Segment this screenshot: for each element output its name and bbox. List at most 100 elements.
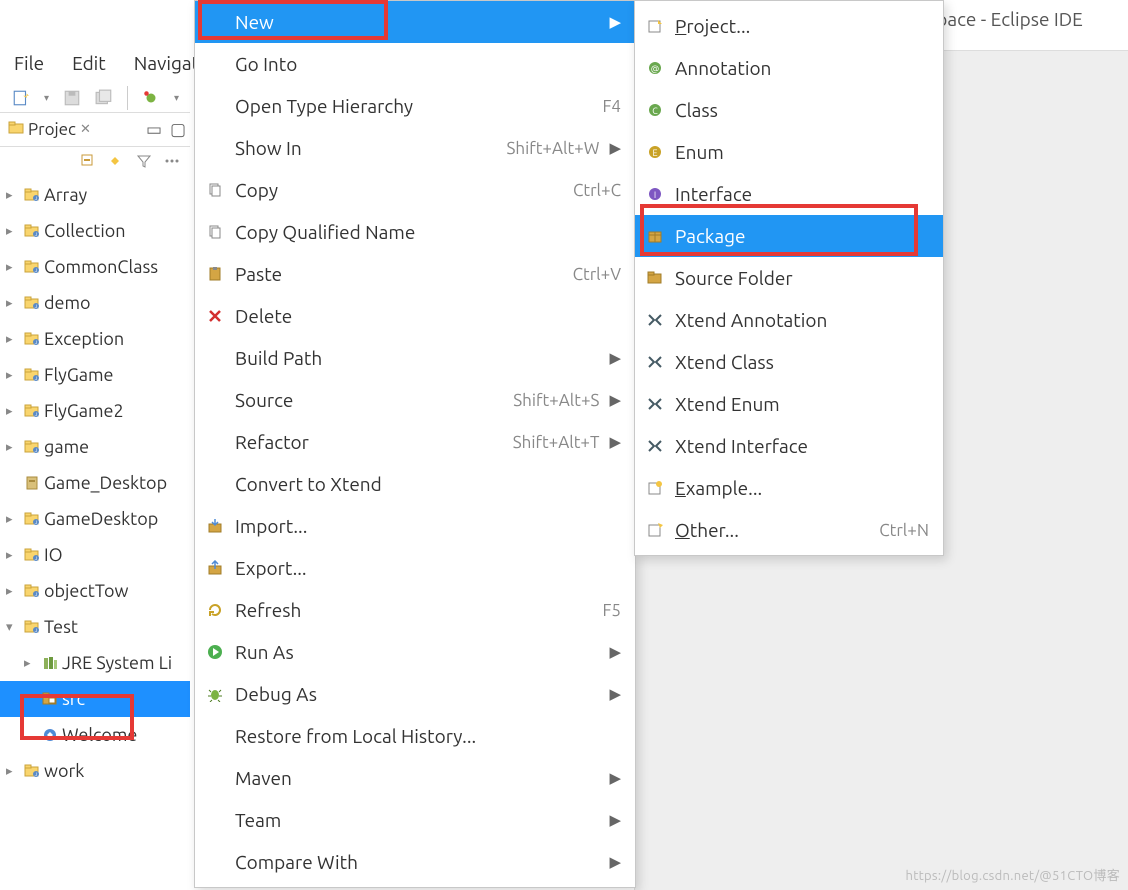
ctx-team[interactable]: Team▶ <box>195 799 635 841</box>
expand-arrow-icon[interactable]: ▸ <box>6 224 20 239</box>
new-interface[interactable]: IInterface <box>635 173 943 215</box>
expand-arrow-icon[interactable]: ▸ <box>6 332 20 347</box>
project-icon: J <box>22 619 42 635</box>
new-wizard-icon[interactable] <box>12 89 30 107</box>
maximize-view-icon[interactable]: ▢ <box>166 120 190 140</box>
expand-arrow-icon[interactable]: ▸ <box>6 296 20 311</box>
view-menu-icon[interactable] <box>164 153 180 169</box>
tree-item-commonclass[interactable]: ▸JCommonClass <box>0 249 190 285</box>
filter-icon[interactable] <box>136 153 152 169</box>
refresh-icon <box>205 602 225 618</box>
ctx-import-[interactable]: Import... <box>195 505 635 547</box>
annotation-icon: @ <box>645 60 665 76</box>
ctx-paste[interactable]: PasteCtrl+V <box>195 253 635 295</box>
expand-arrow-icon[interactable]: ▸ <box>6 260 20 275</box>
tree-item-gamedesktop[interactable]: ▸JGameDesktop <box>0 501 190 537</box>
ctx-debug-as[interactable]: Debug As▶ <box>195 673 635 715</box>
ctx-maven[interactable]: Maven▶ <box>195 757 635 799</box>
tree-item-jre-system-li[interactable]: ▸JRE System Li <box>0 645 190 681</box>
tree-item-array[interactable]: ▸JArray <box>0 177 190 213</box>
tree-item-flygame[interactable]: ▸JFlyGame <box>0 357 190 393</box>
ctx-show-in[interactable]: Show InShift+Alt+W▶ <box>195 127 635 169</box>
project-explorer-tab[interactable]: Projec ✕ ▭ ▢ <box>0 113 190 147</box>
ctx-refresh[interactable]: RefreshF5 <box>195 589 635 631</box>
expand-arrow-icon[interactable]: ▸ <box>6 404 20 419</box>
tree-item-io[interactable]: ▸JIO <box>0 537 190 573</box>
tree-item-collection[interactable]: ▸JCollection <box>0 213 190 249</box>
save-icon[interactable] <box>63 89 81 107</box>
menu-item-label: Debug As <box>235 683 599 705</box>
expand-arrow-icon[interactable]: ▸ <box>6 548 20 563</box>
expand-arrow-icon[interactable]: ▸ <box>6 512 20 527</box>
collapse-all-icon[interactable] <box>80 153 96 169</box>
ctx-refactor[interactable]: RefactorShift+Alt+T▶ <box>195 421 635 463</box>
ctx-new[interactable]: New▶ <box>195 1 635 43</box>
expand-arrow-icon[interactable]: ▸ <box>6 584 20 599</box>
tree-item-welcome[interactable]: Welcome <box>0 717 190 753</box>
tree-item-game[interactable]: ▸Jgame <box>0 429 190 465</box>
shortcut-label: Ctrl+V <box>573 265 621 284</box>
new-annotation[interactable]: @Annotation <box>635 47 943 89</box>
menu-edit[interactable]: Edit <box>68 50 110 76</box>
shortcut-label: F4 <box>602 97 621 116</box>
ctx-open-type-hierarchy[interactable]: Open Type HierarchyF4 <box>195 85 635 127</box>
new-xtend-annotation[interactable]: Xtend Annotation <box>635 299 943 341</box>
new-project-[interactable]: Project... <box>635 5 943 47</box>
new-source-folder[interactable]: Source Folder <box>635 257 943 299</box>
tree-item-label: IO <box>44 545 63 565</box>
new-package[interactable]: Package <box>635 215 943 257</box>
tree-item-work[interactable]: ▸Jwork <box>0 753 190 789</box>
menu-item-label: Xtend Interface <box>675 435 929 457</box>
tree-item-exception[interactable]: ▸JException <box>0 321 190 357</box>
tree-item-flygame2[interactable]: ▸JFlyGame2 <box>0 393 190 429</box>
new-xtend-class[interactable]: Xtend Class <box>635 341 943 383</box>
ctx-convert-to-xtend[interactable]: Convert to Xtend <box>195 463 635 505</box>
dropdown-caret-icon[interactable]: ▾ <box>174 92 179 104</box>
tree-item-label: Array <box>44 185 87 205</box>
ctx-restore-from-local-history-[interactable]: Restore from Local History... <box>195 715 635 757</box>
expand-arrow-icon[interactable]: ▸ <box>6 368 20 383</box>
ctx-build-path[interactable]: Build Path▶ <box>195 337 635 379</box>
dropdown-caret-icon[interactable]: ▾ <box>44 92 49 104</box>
expand-arrow-icon[interactable]: ▾ <box>6 620 20 635</box>
new-xtend-interface[interactable]: Xtend Interface <box>635 425 943 467</box>
ctx-compare-with[interactable]: Compare With▶ <box>195 841 635 883</box>
tree-item-game_desktop[interactable]: Game_Desktop <box>0 465 190 501</box>
expand-arrow-icon[interactable]: ▸ <box>6 440 20 455</box>
project-explorer-label: Projec <box>28 120 76 139</box>
menu-item-label: Delete <box>235 305 621 327</box>
link-editor-icon[interactable] <box>108 153 124 169</box>
new-enum[interactable]: EEnum <box>635 131 943 173</box>
new-example-[interactable]: Example... <box>635 467 943 509</box>
tree-item-src[interactable]: src <box>0 681 190 717</box>
project-new-icon <box>645 18 665 34</box>
ctx-go-into[interactable]: Go Into <box>195 43 635 85</box>
debug-icon[interactable] <box>142 89 160 107</box>
new-xtend-enum[interactable]: Xtend Enum <box>635 383 943 425</box>
tree-item-objecttow[interactable]: ▸JobjectTow <box>0 573 190 609</box>
tree-item-test[interactable]: ▾JTest <box>0 609 190 645</box>
menu-item-label: Import... <box>235 515 621 537</box>
new-other-[interactable]: Other...Ctrl+N <box>635 509 943 551</box>
save-all-icon[interactable] <box>95 89 113 107</box>
menu-item-label: Class <box>675 99 929 121</box>
menu-item-label: Other... <box>675 519 869 541</box>
menu-file[interactable]: File <box>10 50 48 76</box>
menu-item-label: Source <box>235 389 503 411</box>
expand-arrow-icon[interactable]: ▸ <box>24 656 38 671</box>
ctx-copy[interactable]: CopyCtrl+C <box>195 169 635 211</box>
tree-item-label: Exception <box>44 329 124 349</box>
ctx-copy-qualified-name[interactable]: Copy Qualified Name <box>195 211 635 253</box>
new-class[interactable]: CClass <box>635 89 943 131</box>
ctx-source[interactable]: SourceShift+Alt+S▶ <box>195 379 635 421</box>
ctx-delete[interactable]: Delete <box>195 295 635 337</box>
welcome-icon <box>40 727 60 743</box>
ctx-run-as[interactable]: Run As▶ <box>195 631 635 673</box>
minimize-view-icon[interactable]: ▭ <box>142 120 166 140</box>
expand-arrow-icon[interactable]: ▸ <box>6 764 20 779</box>
expand-arrow-icon[interactable]: ▸ <box>6 188 20 203</box>
export-icon <box>205 560 225 576</box>
ctx-export-[interactable]: Export... <box>195 547 635 589</box>
tree-item-demo[interactable]: ▸Jdemo <box>0 285 190 321</box>
project-icon: J <box>22 367 42 383</box>
